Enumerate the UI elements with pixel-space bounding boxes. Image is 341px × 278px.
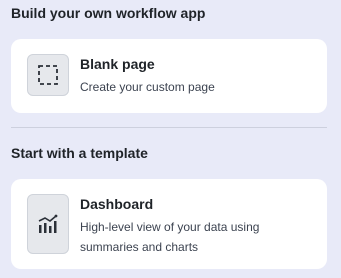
- dashboard-description: High-level view of your data using summa…: [80, 220, 260, 254]
- blank-page-description: Create your custom page: [80, 80, 215, 94]
- dashboard-title: Dashboard: [80, 196, 154, 212]
- section-divider: [11, 127, 327, 128]
- bar-chart-trend-icon: [27, 194, 69, 254]
- dashboard-template-card[interactable]: Dashboard High-level view of your data u…: [11, 179, 327, 269]
- build-section-title: Build your own workflow app: [11, 5, 206, 21]
- template-section-title: Start with a template: [11, 145, 148, 161]
- blank-page-title: Blank page: [80, 56, 155, 72]
- blank-page-card[interactable]: Blank page Create your custom page: [11, 39, 327, 113]
- dashed-square-icon: [27, 54, 69, 96]
